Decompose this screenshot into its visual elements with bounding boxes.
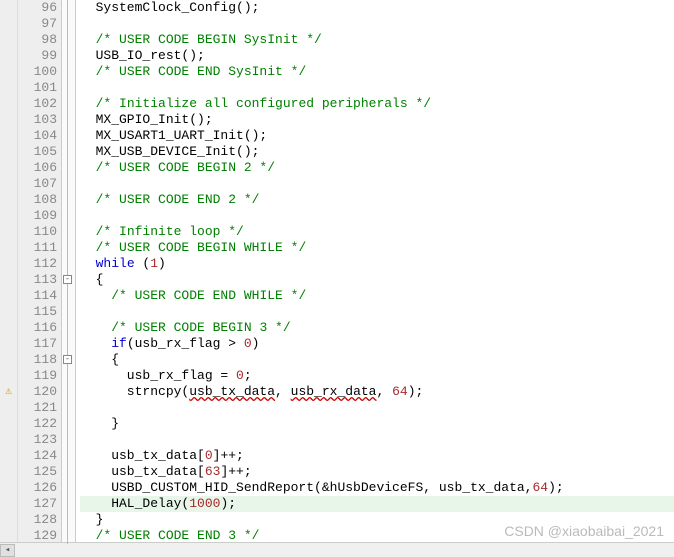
code-line[interactable]: strncpy(usb_tx_data, usb_rx_data, 64); bbox=[80, 384, 674, 400]
scroll-left-arrow[interactable]: ◂ bbox=[0, 544, 15, 557]
line-number-gutter: 9697989910010110210310410510610710810911… bbox=[18, 0, 62, 542]
code-line[interactable]: if(usb_rx_flag > 0) bbox=[80, 336, 674, 352]
line-number: 120 bbox=[18, 384, 57, 400]
code-line[interactable]: usb_tx_data[0]++; bbox=[80, 448, 674, 464]
line-number: 110 bbox=[18, 224, 57, 240]
code-line[interactable]: usb_rx_flag = 0; bbox=[80, 368, 674, 384]
code-line[interactable]: SystemClock_Config(); bbox=[80, 0, 674, 16]
warning-icon[interactable]: ⚠ bbox=[0, 384, 17, 400]
fold-toggle[interactable]: - bbox=[63, 275, 72, 284]
code-line[interactable]: USB_IO_rest(); bbox=[80, 48, 674, 64]
code-line[interactable]: while (1) bbox=[80, 256, 674, 272]
line-number: 125 bbox=[18, 464, 57, 480]
code-line[interactable]: HAL_Delay(1000); bbox=[80, 496, 674, 512]
line-number: 117 bbox=[18, 336, 57, 352]
line-number: 102 bbox=[18, 96, 57, 112]
line-number: 119 bbox=[18, 368, 57, 384]
line-number: 104 bbox=[18, 128, 57, 144]
code-line[interactable]: /* USER CODE BEGIN 3 */ bbox=[80, 320, 674, 336]
code-line[interactable] bbox=[80, 80, 674, 96]
line-number: 127 bbox=[18, 496, 57, 512]
line-number: 126 bbox=[18, 480, 57, 496]
code-line[interactable]: /* USER CODE BEGIN 2 */ bbox=[80, 160, 674, 176]
line-number: 114 bbox=[18, 288, 57, 304]
line-number: 123 bbox=[18, 432, 57, 448]
line-number: 115 bbox=[18, 304, 57, 320]
line-number: 100 bbox=[18, 64, 57, 80]
line-number: 118 bbox=[18, 352, 57, 368]
line-number: 113 bbox=[18, 272, 57, 288]
line-number: 99 bbox=[18, 48, 57, 64]
code-line[interactable]: MX_USB_DEVICE_Init(); bbox=[80, 144, 674, 160]
code-line[interactable]: /* USER CODE END WHILE */ bbox=[80, 288, 674, 304]
code-line[interactable]: MX_GPIO_Init(); bbox=[80, 112, 674, 128]
code-line[interactable]: /* USER CODE BEGIN SysInit */ bbox=[80, 32, 674, 48]
line-number: 108 bbox=[18, 192, 57, 208]
line-number: 106 bbox=[18, 160, 57, 176]
fold-gutter: -- bbox=[62, 0, 76, 542]
code-line[interactable]: } bbox=[80, 512, 674, 528]
code-line[interactable]: /* USER CODE END 2 */ bbox=[80, 192, 674, 208]
code-line[interactable] bbox=[80, 304, 674, 320]
fold-toggle[interactable]: - bbox=[63, 355, 72, 364]
code-area[interactable]: SystemClock_Config(); /* USER CODE BEGIN… bbox=[76, 0, 674, 542]
line-number: 121 bbox=[18, 400, 57, 416]
line-number: 116 bbox=[18, 320, 57, 336]
code-editor: ⚠ 96979899100101102103104105106107108109… bbox=[0, 0, 674, 542]
line-number: 129 bbox=[18, 528, 57, 544]
horizontal-scrollbar[interactable]: ◂ bbox=[0, 542, 674, 557]
line-number: 109 bbox=[18, 208, 57, 224]
code-line[interactable]: /* USER CODE END 3 */ bbox=[80, 528, 674, 544]
line-number: 105 bbox=[18, 144, 57, 160]
line-number: 98 bbox=[18, 32, 57, 48]
code-line[interactable]: /* USER CODE END SysInit */ bbox=[80, 64, 674, 80]
code-line[interactable] bbox=[80, 400, 674, 416]
code-line[interactable] bbox=[80, 208, 674, 224]
line-number: 101 bbox=[18, 80, 57, 96]
line-number: 97 bbox=[18, 16, 57, 32]
code-line[interactable]: MX_USART1_UART_Init(); bbox=[80, 128, 674, 144]
code-line[interactable]: { bbox=[80, 352, 674, 368]
code-line[interactable]: } bbox=[80, 416, 674, 432]
code-line[interactable]: { bbox=[80, 272, 674, 288]
line-number: 128 bbox=[18, 512, 57, 528]
line-number: 122 bbox=[18, 416, 57, 432]
line-number: 124 bbox=[18, 448, 57, 464]
code-line[interactable]: USBD_CUSTOM_HID_SendReport(&hUsbDeviceFS… bbox=[80, 480, 674, 496]
code-line[interactable]: usb_tx_data[63]++; bbox=[80, 464, 674, 480]
code-line[interactable]: /* Initialize all configured peripherals… bbox=[80, 96, 674, 112]
line-number: 112 bbox=[18, 256, 57, 272]
line-number: 96 bbox=[18, 0, 57, 16]
line-number: 107 bbox=[18, 176, 57, 192]
code-line[interactable] bbox=[80, 176, 674, 192]
code-line[interactable]: /* USER CODE BEGIN WHILE */ bbox=[80, 240, 674, 256]
gutter-margin: ⚠ bbox=[0, 0, 18, 542]
line-number: 103 bbox=[18, 112, 57, 128]
line-number: 111 bbox=[18, 240, 57, 256]
code-line[interactable]: /* Infinite loop */ bbox=[80, 224, 674, 240]
code-line[interactable] bbox=[80, 432, 674, 448]
code-line[interactable] bbox=[80, 16, 674, 32]
